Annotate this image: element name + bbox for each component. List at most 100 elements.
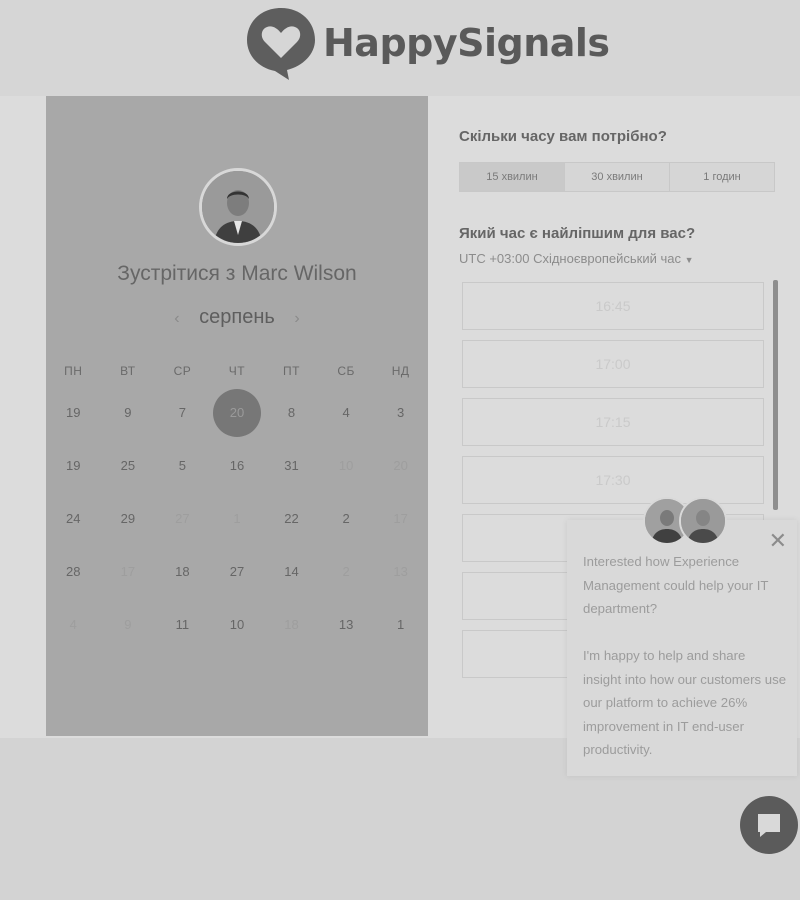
calendar-day-number: 18 xyxy=(175,564,190,579)
calendar-day-number: 27 xyxy=(229,564,245,579)
calendar-day[interactable]: 5 xyxy=(155,439,210,492)
calendar-day[interactable]: 14 xyxy=(264,545,319,598)
calendar-day-number: 19 xyxy=(66,458,81,473)
calendar-day-number: 4 xyxy=(342,405,350,420)
calendar-day-number: 10 xyxy=(338,458,354,473)
calendar-day: 17 xyxy=(373,492,428,545)
calendar-day-number: 20 xyxy=(393,458,408,473)
duration-option[interactable]: 30 хвилин xyxy=(565,163,670,191)
chat-popup: ✕ Interested how Experience Management c… xyxy=(567,520,797,776)
month-navigation: ‹ серпень › xyxy=(46,306,428,329)
calendar-day: 13 xyxy=(373,545,428,598)
weekday-label: ЧТ xyxy=(228,364,246,378)
calendar-day[interactable]: 31 xyxy=(264,439,319,492)
calendar-day[interactable]: 8 xyxy=(264,386,319,439)
header: HappySignals xyxy=(0,0,800,96)
calendar-week-row: 19 25 5 16 31 10 20 xyxy=(46,439,428,492)
popup-paragraph: I'm happy to help and share insight into… xyxy=(583,648,787,757)
calendar-day: 9 xyxy=(101,598,156,651)
calendar-day[interactable]: 16 xyxy=(210,439,265,492)
calendar-week-row: 28 17 18 27 14 2 13 xyxy=(46,545,428,598)
calendar-day-number: 18 xyxy=(284,617,299,632)
calendar-day-number: 2 xyxy=(342,511,350,526)
calendar-day-number: 11 xyxy=(175,617,190,632)
calendar-day: 4 xyxy=(46,598,101,651)
time-slot-button[interactable]: 16:45 xyxy=(462,282,764,330)
close-icon[interactable]: ✕ xyxy=(769,530,787,552)
calendar-day[interactable]: 18 xyxy=(155,545,210,598)
calendar-day-number: 9 xyxy=(124,405,132,420)
meeting-title: Зустрітися з Marc Wilson xyxy=(117,262,357,285)
calendar-day[interactable]: 10 xyxy=(210,598,265,651)
calendar-day-number: 7 xyxy=(178,405,187,420)
calendar-day-number: 14 xyxy=(284,564,299,579)
duration-selector: 15 хвилин 30 хвилин 1 годин xyxy=(459,162,775,192)
chat-launcher-button[interactable] xyxy=(740,796,798,854)
timezone-dropdown[interactable]: UTC +03:00 Східноєвропейський час ▼ xyxy=(459,251,694,266)
calendar-day[interactable]: 19 xyxy=(46,439,101,492)
heart-bubble-icon xyxy=(247,8,315,80)
calendar-day-selected[interactable]: 20 xyxy=(210,386,265,439)
calendar-week-row: 19 9 7 20 8 4 3 xyxy=(46,386,428,439)
agent-avatar xyxy=(679,497,727,545)
calendar-day-number: 1 xyxy=(233,511,241,526)
month-label: серпень xyxy=(199,306,275,328)
next-month-icon[interactable]: › xyxy=(294,310,299,327)
calendar-day-number: 24 xyxy=(66,511,81,526)
calendar-day-number: 1 xyxy=(397,617,405,632)
calendar-day-number: 16 xyxy=(229,458,245,473)
calendar-day[interactable]: 24 xyxy=(46,492,101,545)
calendar-day[interactable]: 2 xyxy=(319,492,374,545)
calendar-day: 17 xyxy=(101,545,156,598)
calendar-day[interactable]: 27 xyxy=(210,545,265,598)
calendar-day: 10 xyxy=(319,439,374,492)
prev-month-icon[interactable]: ‹ xyxy=(174,310,179,327)
calendar-day-number: 17 xyxy=(393,511,408,526)
slot-list-scrollbar[interactable] xyxy=(773,280,778,510)
calendar-day[interactable]: 7 xyxy=(155,386,210,439)
brand-name: HappySignals xyxy=(323,21,610,65)
calendar-day: 27 xyxy=(155,492,210,545)
caret-down-icon: ▼ xyxy=(684,255,694,265)
time-slot-button[interactable]: 17:00 xyxy=(462,340,764,388)
timezone-label: UTC +03:00 Східноєвропейський час xyxy=(459,251,681,266)
calendar-day-number: 22 xyxy=(284,511,299,526)
popup-paragraph: Interested how Experience Management cou… xyxy=(583,554,769,616)
time-slot-button[interactable]: 17:15 xyxy=(462,398,764,446)
host-avatar xyxy=(199,168,277,246)
duration-option[interactable]: 1 годин xyxy=(670,163,774,191)
calendar-day[interactable]: 22 xyxy=(264,492,319,545)
calendar-week-row: 24 29 27 1 22 2 17 xyxy=(46,492,428,545)
calendar-day[interactable]: 9 xyxy=(101,386,156,439)
weekday-label: СБ xyxy=(337,364,355,378)
calendar-day[interactable]: 4 xyxy=(319,386,374,439)
duration-option[interactable]: 15 хвилин xyxy=(460,163,565,191)
calendar-day[interactable]: 19 xyxy=(46,386,101,439)
popup-avatars xyxy=(643,497,727,545)
weekday-label: ВТ xyxy=(120,364,136,378)
person-photo-icon xyxy=(202,171,274,243)
calendar-day[interactable]: 29 xyxy=(101,492,156,545)
brand-logo[interactable]: HappySignals xyxy=(245,6,610,80)
calendar-day[interactable]: 11 xyxy=(155,598,210,651)
calendar-grid: ПН ВТ СР ЧТ ПТ СБ НД 19 9 7 20 8 4 3 19 25 5 16 31 10 20 24 2… xyxy=(46,356,428,651)
calendar-day-number: 8 xyxy=(287,405,296,420)
time-question: Який час є найліпшим для вас? xyxy=(459,225,696,242)
calendar-day-number: 27 xyxy=(175,511,190,526)
calendar-day-number: 31 xyxy=(284,458,299,473)
calendar-day-number: 3 xyxy=(397,405,405,420)
calendar-day-number: 17 xyxy=(120,564,136,579)
host-calendar-panel: Зустрітися з Marc Wilson ‹ серпень › ПН В… xyxy=(46,96,428,736)
calendar-day: 20 xyxy=(373,439,428,492)
person-photo-icon xyxy=(681,499,725,543)
duration-question: Скільки часу вам потрібно? xyxy=(459,128,667,145)
calendar-day[interactable]: 1 xyxy=(373,598,428,651)
calendar-day-number: 28 xyxy=(66,564,81,579)
calendar-day[interactable]: 3 xyxy=(373,386,428,439)
calendar-day: 18 xyxy=(264,598,319,651)
calendar-day[interactable]: 28 xyxy=(46,545,101,598)
calendar-day-number: 13 xyxy=(393,564,408,579)
calendar-day[interactable]: 25 xyxy=(101,439,156,492)
calendar-day[interactable]: 13 xyxy=(319,598,374,651)
calendar-day: 2 xyxy=(319,545,374,598)
